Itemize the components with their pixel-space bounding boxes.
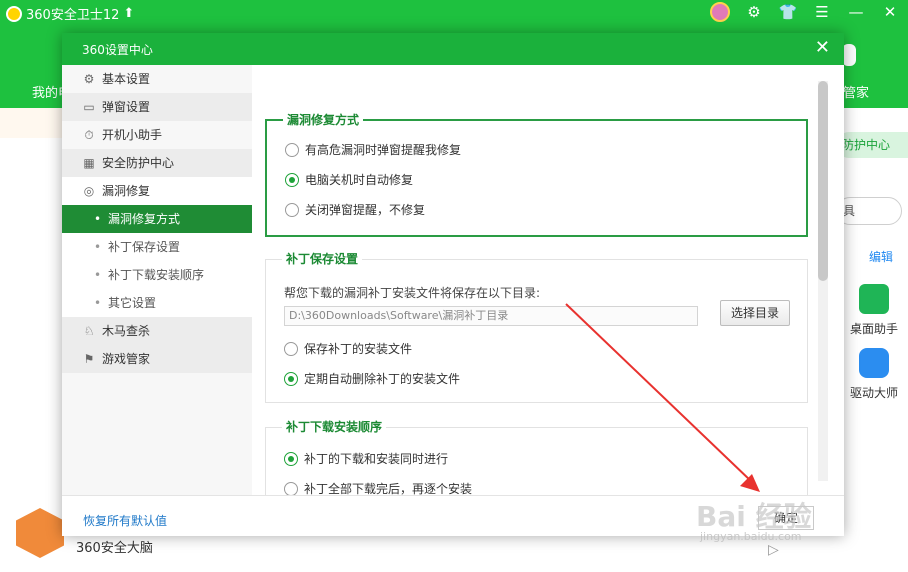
software-manager-icon — [842, 44, 856, 66]
radio-button[interactable] — [285, 142, 299, 157]
scrollbar-thumb[interactable] — [818, 81, 828, 281]
gear-icon: ⚙ — [83, 72, 95, 86]
option-label: 定期自动删除补丁的安装文件 — [304, 372, 461, 386]
save-path-field[interactable]: D:\360Downloads\Software\漏洞补丁目录 — [284, 306, 698, 326]
upgrade-arrow-icon[interactable]: ⬆ — [123, 6, 134, 21]
tool-label: 驱动大师 — [849, 386, 898, 400]
section-install-order: 补丁下载安装顺序 补丁的下载和安装同时进行 补丁全部下载完后，再逐个安装 — [265, 418, 808, 495]
sidebar-item-label: 漏洞修复 — [102, 184, 151, 198]
sidebar-item-popup[interactable]: ▭ 弹窗设置 — [62, 93, 252, 121]
menu-icon[interactable]: ☰ — [812, 2, 832, 22]
section-title: 补丁下载安装顺序 — [282, 418, 387, 435]
sidebar-item-label: 安全防护中心 — [102, 156, 175, 170]
radio-button[interactable] — [284, 451, 298, 466]
radio-button[interactable] — [284, 341, 298, 356]
section-title: 漏洞修复方式 — [283, 111, 364, 128]
settings-dialog: 360设置中心 ✕ ⚙ 基本设置 ▭ 弹窗设置 ⏱ 开机小助手 ▦ 安全防护中心… — [62, 33, 844, 536]
option-remind-popup[interactable]: 有高危漏洞时弹窗提醒我修复 — [285, 141, 461, 158]
settings-sidebar: ⚙ 基本设置 ▭ 弹窗设置 ⏱ 开机小助手 ▦ 安全防护中心 ◎ 漏洞修复 漏洞… — [62, 65, 252, 495]
section-patch-save: 补丁保存设置 帮您下载的漏洞补丁安装文件将保存在以下目录: D:\360Down… — [265, 250, 808, 403]
window-controls: ⚙ 👕 ☰ — ✕ — [710, 2, 900, 22]
content-scrollbar[interactable] — [818, 81, 828, 481]
save-description: 帮您下载的漏洞补丁安装文件将保存在以下目录: — [284, 286, 541, 300]
window-icon: ▭ — [83, 100, 95, 114]
section-title: 补丁保存设置 — [282, 250, 363, 267]
app-title: 360安全卫士12 ⬆ — [6, 4, 134, 23]
option-keep-installers[interactable]: 保存补丁的安装文件 — [284, 340, 412, 357]
game-icon: ⚑ — [83, 352, 95, 366]
choose-directory-button[interactable]: 选择目录 — [720, 300, 790, 326]
dialog-title: 360设置中心 — [82, 43, 153, 57]
restore-defaults-link[interactable]: 恢复所有默认值 — [83, 512, 167, 529]
option-parallel-install[interactable]: 补丁的下载和安装同时进行 — [284, 450, 448, 467]
sidebar-item-protection-center[interactable]: ▦ 安全防护中心 — [62, 149, 252, 177]
dialog-header: 360设置中心 ✕ — [62, 33, 844, 65]
sidebar-item-label: 基本设置 — [102, 72, 151, 86]
sidebar-item-label: 游戏管家 — [102, 352, 151, 366]
dialog-close-icon[interactable]: ✕ — [815, 37, 830, 58]
minimize-icon[interactable]: — — [846, 2, 866, 22]
tool-label: 桌面助手 — [849, 322, 898, 336]
horse-icon: ♘ — [83, 324, 95, 338]
option-auto-delete[interactable]: 定期自动删除补丁的安装文件 — [284, 370, 460, 387]
tools-search-pill[interactable]: 具 — [836, 197, 902, 225]
security-brain-label[interactable]: 360安全大脑 — [76, 537, 153, 556]
radio-button[interactable] — [285, 172, 299, 187]
option-label: 电脑关机时自动修复 — [305, 173, 414, 187]
settings-gear-icon[interactable]: ⚙ — [744, 2, 764, 22]
notice-strip — [0, 108, 62, 138]
timer-icon: ⏱ — [84, 128, 94, 142]
chevron-right-icon[interactable]: ▷ — [768, 542, 779, 558]
desktop-assistant-icon — [859, 284, 889, 314]
sidebar-item-vuln-fix[interactable]: ◎ 漏洞修复 — [62, 177, 252, 205]
option-no-fix[interactable]: 关闭弹窗提醒，不修复 — [285, 201, 425, 218]
sidebar-item-trojan-scan[interactable]: ♘ 木马查杀 — [62, 317, 252, 345]
option-label: 关闭弹窗提醒，不修复 — [305, 203, 426, 217]
tool-driver-master[interactable]: 驱动大师 — [846, 348, 902, 401]
option-label: 保存补丁的安装文件 — [304, 342, 413, 356]
sidebar-sub-other[interactable]: 其它设置 — [62, 289, 252, 317]
skin-shirt-icon[interactable]: 👕 — [778, 2, 798, 22]
driver-master-icon — [859, 348, 889, 378]
sidebar-item-basic[interactable]: ⚙ 基本设置 — [62, 65, 252, 93]
option-label: 补丁全部下载完后，再逐个安装 — [304, 482, 473, 495]
sidebar-sub-install-order[interactable]: 补丁下载安装顺序 — [62, 261, 252, 289]
sidebar-item-label: 开机小助手 — [102, 128, 163, 142]
sidebar-sub-fix-method[interactable]: 漏洞修复方式 — [62, 205, 252, 233]
sidebar-item-label: 木马查杀 — [102, 324, 151, 338]
sidebar-item-startup-helper[interactable]: ⏱ 开机小助手 — [62, 121, 252, 149]
option-fix-on-shutdown[interactable]: 电脑关机时自动修复 — [285, 171, 413, 188]
radio-button[interactable] — [284, 371, 298, 386]
option-label: 有高危漏洞时弹窗提醒我修复 — [305, 143, 462, 157]
radio-button[interactable] — [285, 202, 299, 217]
edit-link[interactable]: 编辑 — [869, 248, 893, 265]
close-icon[interactable]: ✕ — [880, 2, 900, 22]
protect-center-button[interactable]: 防护中心 — [836, 132, 908, 158]
option-label: 补丁的下载和安装同时进行 — [304, 452, 449, 466]
nav-software-manager[interactable]: 管家 — [843, 82, 869, 101]
settings-content: 漏洞修复方式 有高危漏洞时弹窗提醒我修复 电脑关机时自动修复 关闭弹窗提醒，不修… — [252, 65, 844, 495]
grid-icon: ▦ — [83, 156, 95, 170]
avatar[interactable] — [710, 2, 730, 22]
sidebar-sub-patch-save[interactable]: 补丁保存设置 — [62, 233, 252, 261]
baidu-watermark: Bai 经验 — [696, 500, 812, 533]
tool-desktop-assistant[interactable]: 桌面助手 — [846, 284, 902, 337]
patch-icon: ◎ — [83, 184, 95, 198]
radio-button[interactable] — [284, 481, 298, 495]
baidu-watermark-url: jingyan.baidu.com — [700, 530, 802, 543]
section-fix-method: 漏洞修复方式 有高危漏洞时弹窗提醒我修复 电脑关机时自动修复 关闭弹窗提醒，不修… — [265, 111, 808, 237]
app-logo-icon — [6, 5, 22, 22]
app-title-text: 360安全卫士12 — [26, 8, 120, 23]
option-sequential-install[interactable]: 补丁全部下载完后，再逐个安装 — [284, 480, 472, 495]
sidebar-item-label: 弹窗设置 — [102, 100, 151, 114]
sidebar-item-game-manager[interactable]: ⚑ 游戏管家 — [62, 345, 252, 373]
right-panel — [836, 108, 908, 572]
